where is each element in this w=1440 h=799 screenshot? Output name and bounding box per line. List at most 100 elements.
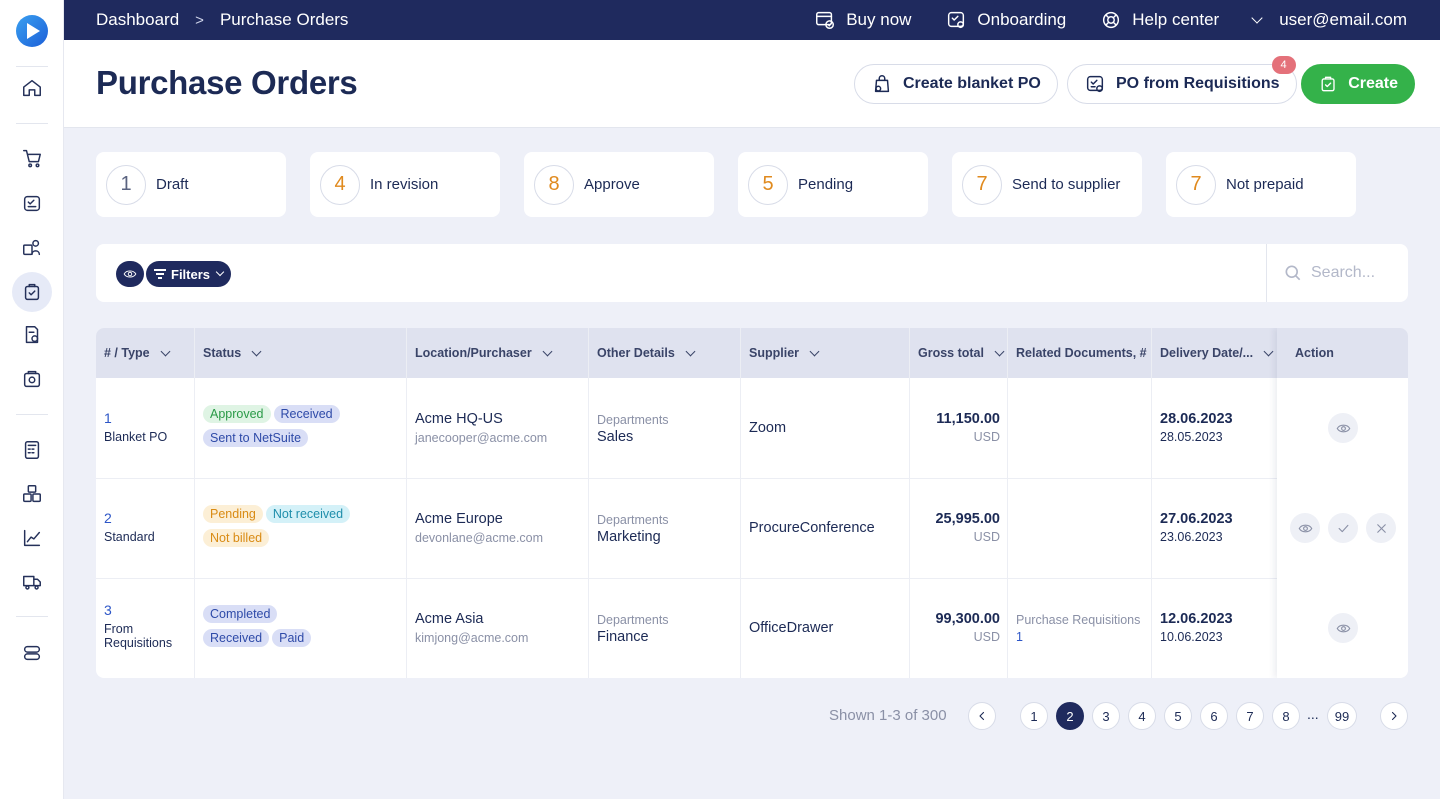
status-tag: Pending <box>203 505 263 523</box>
table-row-1-supplier: Zoom <box>749 420 787 436</box>
app-logo[interactable] <box>16 15 48 47</box>
page-button-6[interactable]: 6 <box>1200 702 1228 730</box>
page-button-1[interactable]: 1 <box>1020 702 1048 730</box>
view-button[interactable] <box>1328 613 1358 643</box>
search-input[interactable] <box>1311 264 1401 282</box>
page-button-last[interactable]: 99 <box>1327 702 1357 730</box>
row-divider <box>96 478 1408 479</box>
sidebar-item-invoices[interactable] <box>12 315 52 355</box>
page-button-3[interactable]: 3 <box>1092 702 1120 730</box>
purchase-orders-table: # / Type Status Location/Purchaser Other… <box>96 328 1408 678</box>
sidebar-item-inventory[interactable] <box>12 474 52 514</box>
sidebar-item-payments[interactable] <box>12 359 52 399</box>
status-card-draft[interactable]: 1 Draft <box>96 152 286 217</box>
breadcrumb-dashboard[interactable]: Dashboard <box>96 10 179 30</box>
status-label: Draft <box>156 176 189 193</box>
page-button-8[interactable]: 8 <box>1272 702 1300 730</box>
page-button-5[interactable]: 5 <box>1164 702 1192 730</box>
check-icon <box>1338 524 1348 532</box>
delivery-date: 27.06.2023 <box>1160 511 1233 527</box>
page-title: Purchase Orders <box>96 64 358 101</box>
chevron-down-icon <box>251 346 262 356</box>
column-header-location[interactable]: Location/Purchaser <box>407 328 553 378</box>
table-row-1-gross: 11,150.00 USD <box>910 411 1000 444</box>
page-button-2[interactable]: 2 <box>1056 702 1084 730</box>
currency: USD <box>973 530 1000 544</box>
status-tag: Paid <box>272 629 312 647</box>
table-row-2-delivery: 27.06.2023 23.06.2023 <box>1160 511 1233 544</box>
chevron-down-icon <box>994 346 1005 356</box>
create-blanket-po-button[interactable]: Create blanket PO <box>854 64 1058 104</box>
sidebar-item-analytics[interactable] <box>12 518 52 558</box>
chevron-right-icon <box>1391 711 1397 721</box>
details-value: Marketing <box>597 529 661 545</box>
status-count: 7 <box>1176 164 1216 205</box>
sidebar-item-purchase-orders[interactable] <box>12 272 52 312</box>
status-card-in-revision[interactable]: 4 In revision <box>310 152 500 217</box>
status-label: Approve <box>584 176 640 193</box>
po-number-link[interactable]: 1 <box>104 410 167 426</box>
next-page-button[interactable] <box>1380 702 1408 730</box>
buy-now-link[interactable]: Buy now <box>814 9 911 31</box>
column-header-related-documents[interactable]: Related Documents, # <box>1008 328 1147 378</box>
user-menu[interactable]: user@email.com <box>1251 10 1407 30</box>
status-card-pending[interactable]: 5 Pending <box>738 152 928 217</box>
table-row-1-delivery: 28.06.2023 28.05.2023 <box>1160 411 1233 444</box>
page-button-7[interactable]: 7 <box>1236 702 1264 730</box>
column-divider <box>1151 328 1152 678</box>
po-number-link[interactable]: 2 <box>104 510 155 526</box>
sidebar-item-budgets[interactable] <box>12 430 52 470</box>
filter-icon <box>154 269 166 279</box>
onboarding-label: Onboarding <box>977 10 1067 29</box>
sidebar-divider <box>16 414 48 415</box>
table-row-1-type: 1 Blanket PO <box>104 410 167 444</box>
gross-amount: 25,995.00 <box>935 511 1000 527</box>
sidebar-item-delivery[interactable] <box>12 562 52 602</box>
related-doc-link[interactable]: 1 <box>1016 630 1140 644</box>
po-from-requisitions-button[interactable]: PO from Requisitions 4 <box>1067 56 1297 104</box>
buy-now-label: Buy now <box>846 10 912 29</box>
column-header-label: Delivery Date/... <box>1160 346 1254 360</box>
sidebar-item-buy[interactable] <box>12 138 52 178</box>
column-header-other-details[interactable]: Other Details <box>589 328 696 378</box>
purchaser-email: janecooper@acme.com <box>415 431 548 445</box>
status-card-send-to-supplier[interactable]: 7 Send to supplier <box>952 152 1142 217</box>
sidebar-item-settings[interactable] <box>12 633 52 673</box>
column-header-gross-total[interactable]: Gross total <box>910 328 1005 378</box>
status-card-approve[interactable]: 8 Approve <box>524 152 714 217</box>
previous-page-button[interactable] <box>968 702 996 730</box>
view-button[interactable] <box>1328 413 1358 443</box>
page-header: Purchase Orders Create blanket PO PO fro… <box>64 40 1440 128</box>
column-header-status[interactable]: Status <box>195 328 262 378</box>
chevron-down-icon <box>685 346 696 356</box>
top-bar: Dashboard > Purchase Orders Buy now Onbo… <box>64 0 1440 40</box>
create-button[interactable]: Create <box>1301 64 1415 104</box>
column-divider <box>1007 328 1008 678</box>
requisition-icon <box>1086 75 1104 93</box>
column-divider <box>194 328 195 678</box>
invoice-icon <box>25 326 39 344</box>
row-divider <box>96 578 1408 579</box>
eye-icon <box>1298 524 1312 532</box>
help-center-link[interactable]: Help center <box>1100 9 1219 31</box>
sidebar-item-requisitions[interactable] <box>12 183 52 223</box>
table-row-3-details: Departments Finance <box>597 613 669 645</box>
po-number-link[interactable]: 3 <box>104 602 184 618</box>
column-header-type[interactable]: # / Type <box>96 328 171 378</box>
reject-button[interactable] <box>1366 513 1396 543</box>
purchaser-email: kimjong@acme.com <box>415 631 529 645</box>
view-toggle-button[interactable] <box>116 261 144 287</box>
onboarding-link[interactable]: Onboarding <box>945 9 1066 31</box>
view-button[interactable] <box>1290 513 1320 543</box>
column-header-supplier[interactable]: Supplier <box>741 328 820 378</box>
column-header-delivery-date[interactable]: Delivery Date/... <box>1152 328 1274 378</box>
table-row-2-location: Acme Europe devonlane@acme.com <box>415 511 543 545</box>
sidebar-item-home[interactable] <box>12 68 52 108</box>
requisition-icon <box>23 195 41 212</box>
page-button-4[interactable]: 4 <box>1128 702 1156 730</box>
approve-button[interactable] <box>1328 513 1358 543</box>
status-card-not-prepaid[interactable]: 7 Not prepaid <box>1166 152 1356 217</box>
sidebar-item-suppliers[interactable] <box>12 227 52 267</box>
filters-button[interactable]: Filters <box>146 261 232 287</box>
column-divider <box>740 328 741 678</box>
